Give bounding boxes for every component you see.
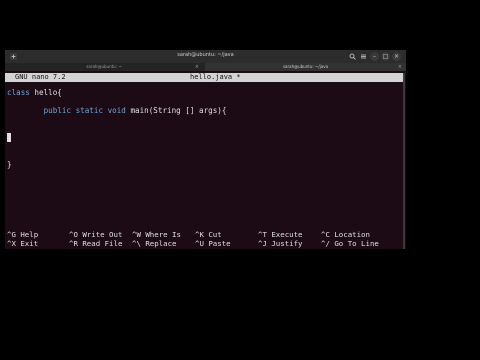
code-keyword: public static void — [43, 106, 126, 115]
close-tab-icon[interactable]: × — [195, 63, 199, 71]
shortcut-label: Justify — [271, 239, 303, 248]
minimize-icon: – — [373, 53, 376, 60]
minimize-button[interactable]: – — [370, 52, 379, 61]
shortcut-label: Write Out — [82, 230, 123, 239]
shortcut-key: ^O — [69, 230, 78, 239]
maximize-button[interactable]: □ — [381, 52, 390, 61]
tab-home[interactable]: sarah@ubuntu: ~ × — [5, 63, 203, 71]
shortcut-paste[interactable]: ^U Paste — [195, 239, 231, 248]
code-text: } — [7, 160, 12, 169]
code-text: hello{ — [29, 88, 62, 97]
shortcut-label: Replace — [145, 239, 177, 248]
shortcut-label: Where Is — [145, 230, 181, 239]
shortcut-label: Execute — [271, 230, 303, 239]
shortcut-label: Go To Line — [334, 239, 379, 248]
shortcut-key: ^U — [195, 239, 204, 248]
nano-header: GNU nano 7.2 hello.java * — [5, 73, 403, 82]
file-name: hello.java * — [190, 73, 241, 81]
shortcut-key: ^J — [258, 239, 267, 248]
tab-label: sarah@ubuntu: ~/java — [282, 64, 329, 69]
shortcut-key: ^W — [132, 230, 141, 239]
tab-label: sarah@ubuntu: ~ — [86, 64, 122, 69]
shortcut-where-is[interactable]: ^W Where Is — [132, 230, 181, 239]
shortcut-label: Paste — [208, 239, 231, 248]
shortcut-write-out[interactable]: ^O Write Out — [69, 230, 122, 239]
close-button[interactable]: × — [392, 52, 401, 61]
shortcut-label: Location — [334, 230, 370, 239]
shortcut-key: ^C — [321, 230, 330, 239]
shortcut-key: ^K — [195, 230, 204, 239]
shortcut-go-to-line[interactable]: ^/ Go To Line — [321, 239, 379, 248]
shortcut-label: Help — [20, 230, 39, 239]
shortcut-help[interactable]: ^G Help — [7, 230, 38, 239]
tab-java[interactable]: sarah@ubuntu: ~/java × — [205, 63, 406, 71]
shortcut-label: Exit — [20, 239, 39, 248]
shortcut-location[interactable]: ^C Location — [321, 230, 370, 239]
shortcut-key: ^X — [7, 239, 16, 248]
tab-bar: sarah@ubuntu: ~ × sarah@ubuntu: ~/java × — [5, 63, 406, 71]
shortcut-replace[interactable]: ^\ Replace — [132, 239, 177, 248]
text-cursor — [7, 133, 11, 142]
close-tab-icon[interactable]: × — [398, 63, 402, 71]
shortcut-exit[interactable]: ^X Exit — [7, 239, 38, 248]
maximize-icon: □ — [382, 53, 389, 60]
window-title: sarah@ubuntu: ~/java — [177, 52, 234, 58]
title-bar[interactable]: sarah@ubuntu: ~/java – □ × — [5, 50, 406, 63]
shortcut-execute[interactable]: ^T Execute — [258, 230, 303, 239]
shortcut-key: ^\ — [132, 239, 141, 248]
scrollbar[interactable] — [403, 73, 405, 249]
nano-version: GNU nano 7.2 — [15, 73, 66, 81]
shortcut-label: Cut — [208, 230, 222, 239]
shortcut-key: ^R — [69, 239, 78, 248]
shortcut-label: Read File — [82, 239, 123, 248]
shortcut-justify[interactable]: ^J Justify — [258, 239, 303, 248]
menu-icon[interactable] — [359, 52, 368, 61]
shortcut-key: ^/ — [321, 239, 330, 248]
shortcut-key: ^T — [258, 230, 267, 239]
code-keyword: class — [7, 88, 30, 97]
shortcut-key: ^G — [7, 230, 16, 239]
search-icon[interactable] — [348, 52, 357, 61]
shortcut-read-file[interactable]: ^R Read File — [69, 239, 122, 248]
code-text: main(String [] args){ — [125, 106, 227, 115]
editor-area[interactable]: class hello{ public static void main(Str… — [7, 88, 226, 169]
shortcut-cut[interactable]: ^K Cut — [195, 230, 222, 239]
close-icon: × — [393, 53, 400, 60]
